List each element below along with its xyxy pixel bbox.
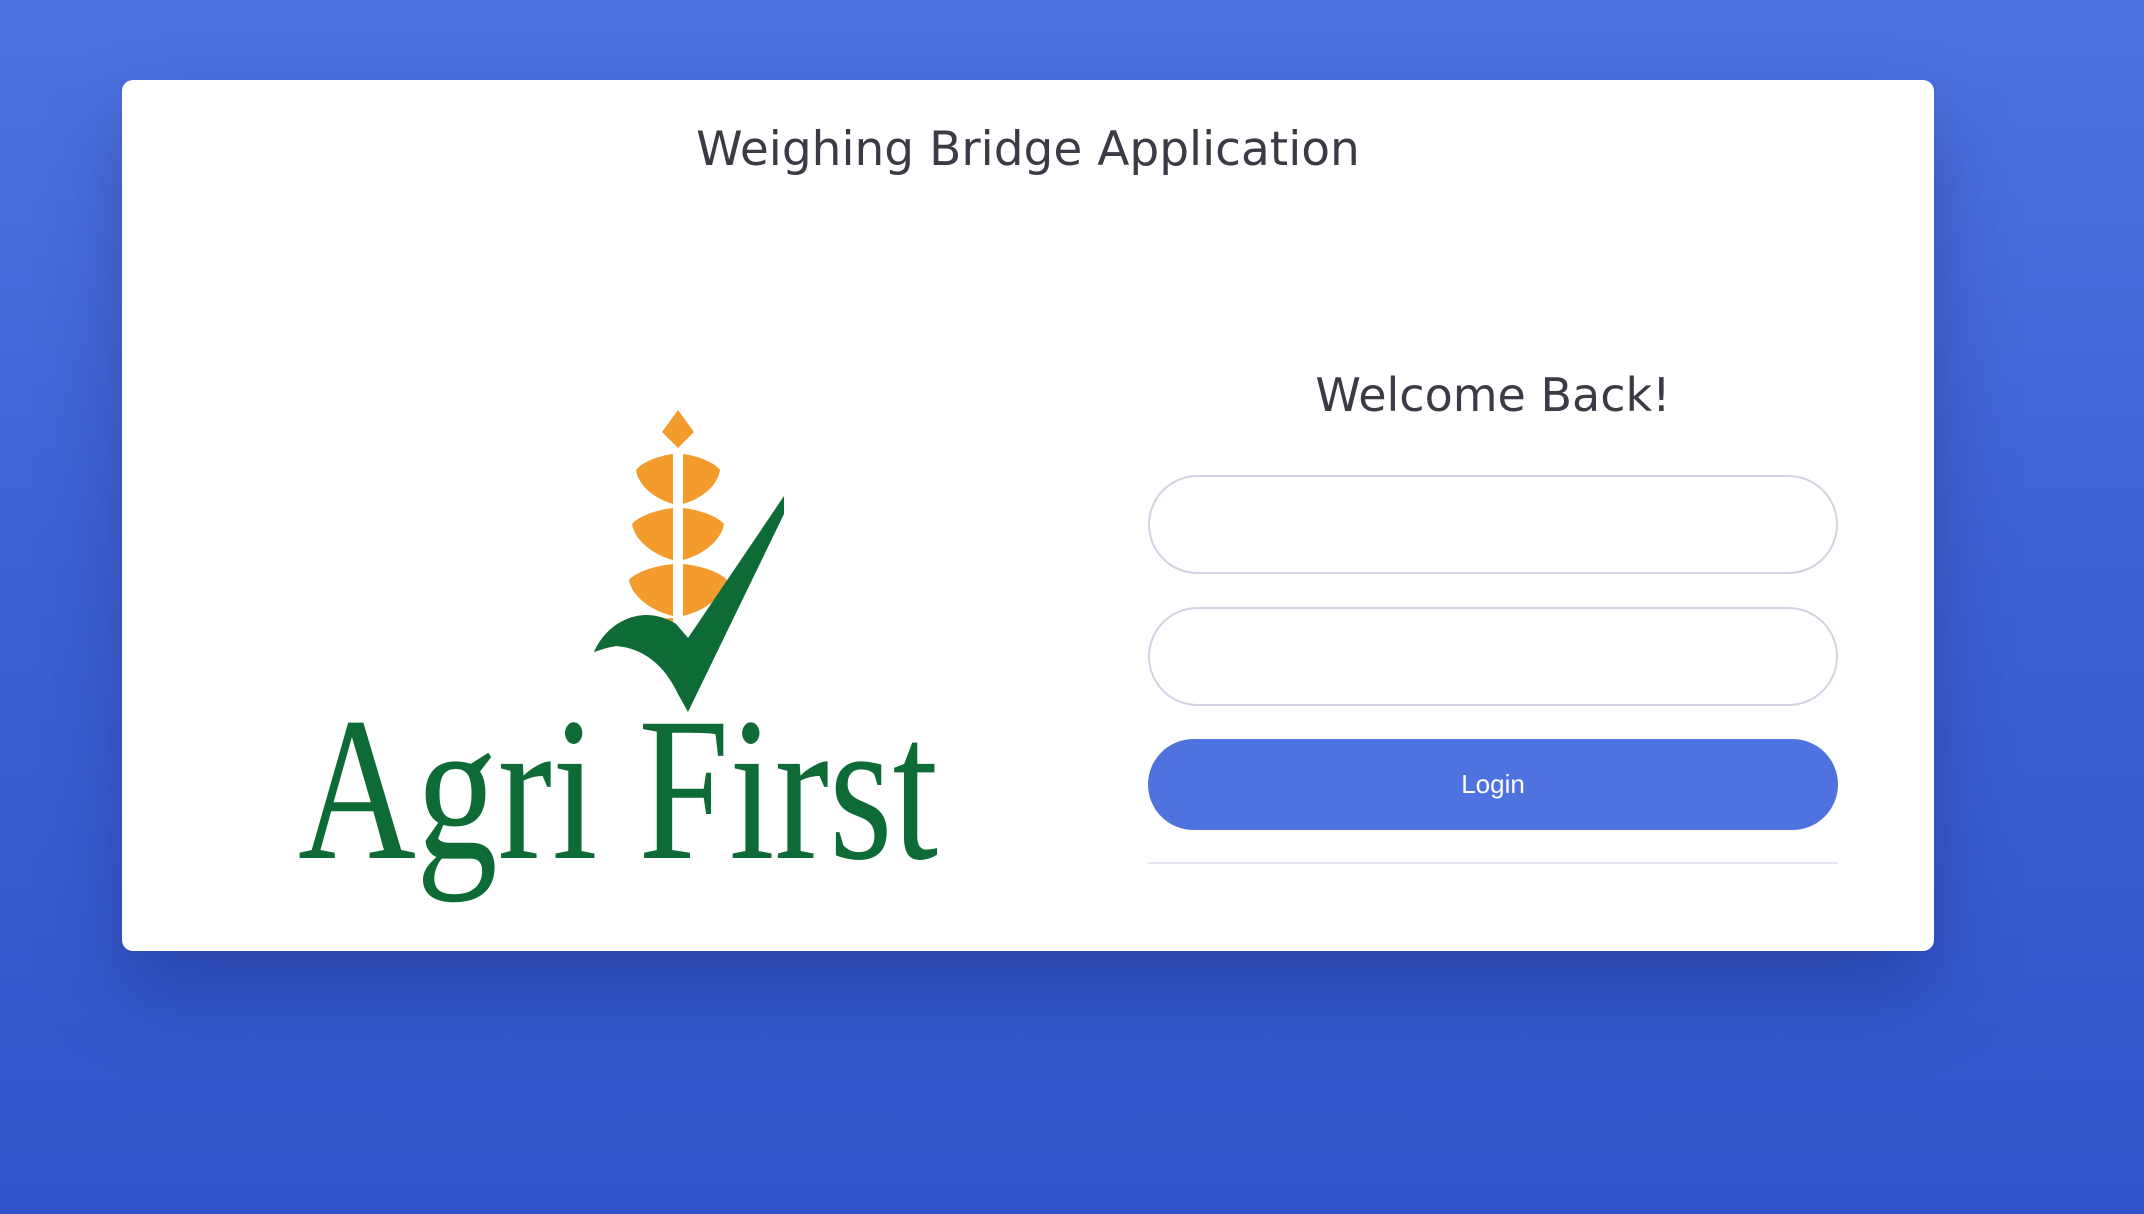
login-form: Welcome Back! Login: [1148, 320, 1838, 864]
agri-first-logo: Agri First: [212, 320, 962, 920]
logo-wordmark: Agri First: [298, 676, 938, 903]
login-button[interactable]: Login: [1148, 738, 1838, 830]
login-card: Weighing Bridge Application Agri First W…: [122, 80, 1934, 951]
form-divider: [1148, 861, 1838, 864]
app-title: Weighing Bridge Application: [696, 122, 1360, 177]
username-field[interactable]: [1148, 474, 1838, 574]
password-field[interactable]: [1148, 606, 1838, 706]
welcome-heading: Welcome Back!: [1315, 368, 1671, 422]
